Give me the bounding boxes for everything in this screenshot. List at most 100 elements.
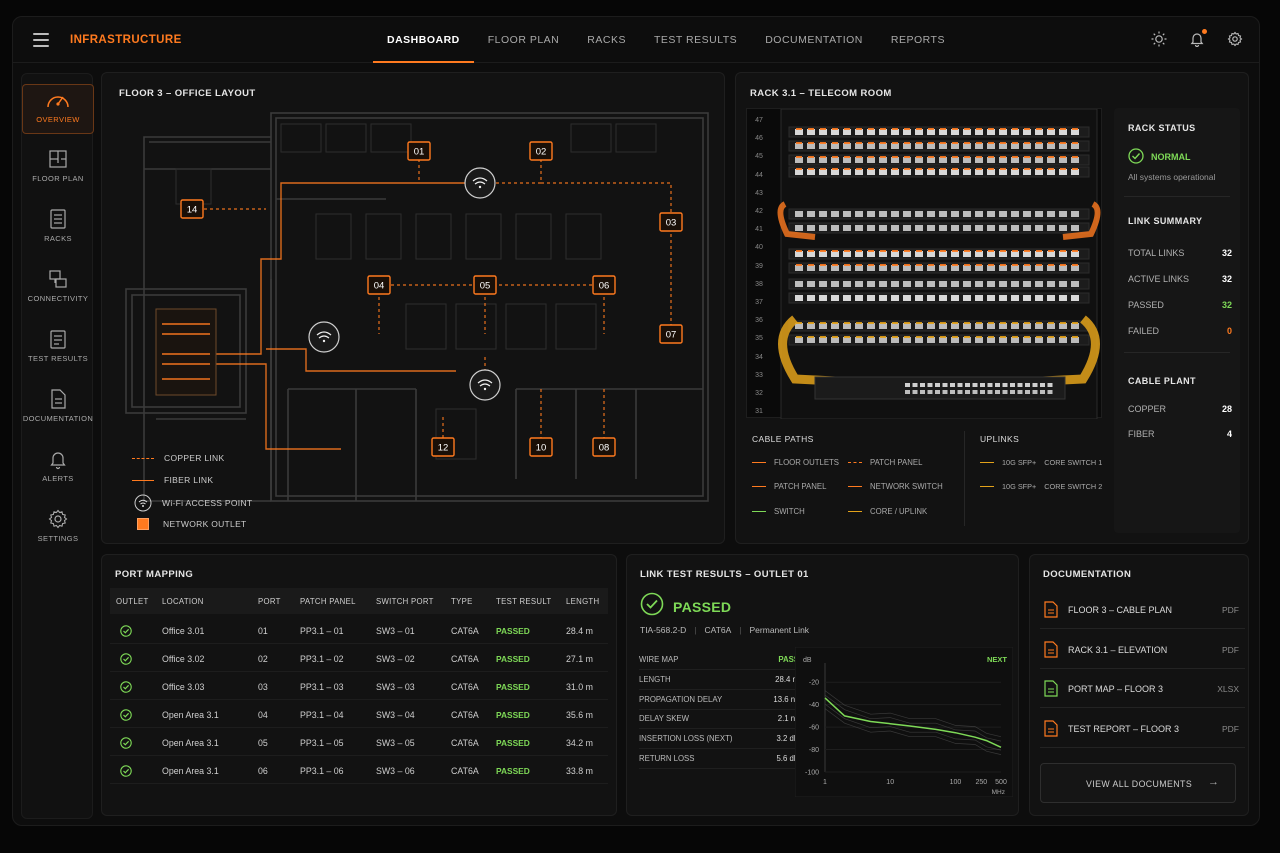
sidebar-item-documentation[interactable]: DOCUMENTATION [22,384,94,434]
wifi-access-point-icon[interactable] [469,369,501,401]
next-chart[interactable]: dB NEXT MHz -20 -40 -60 -80 -100 1 10 100 250 500 [795,647,1013,797]
nav-racks[interactable]: RACKS [573,17,640,63]
x-tick-label: 100 [950,779,962,786]
switch-port [920,383,925,387]
view-all-documents-button[interactable]: VIEW ALL DOCUMENTS → [1040,763,1236,803]
x-tick-label: 500 [995,779,1007,786]
cell-location: Office 3.03 [162,682,205,692]
cell-result: PASSED [496,710,530,720]
nav-reports[interactable]: REPORTS [877,17,959,63]
outlet-label: 14 [187,205,198,216]
pass-check-icon [120,764,132,777]
wifi-access-point-icon[interactable] [464,167,496,199]
document-type: PDF [1222,605,1239,615]
cell-panel: PP3.1 – 03 [300,682,344,692]
alert-bell-icon [50,452,66,470]
outlet-04[interactable]: 04 [367,275,391,295]
sidebar-item-floor-plan[interactable]: FLOOR PLAN [22,144,94,194]
total-links: TOTAL LINKS 32 [1128,248,1232,258]
rack-status-card: RACK STATUS NORMAL All systems operation… [1114,108,1240,533]
document-item[interactable]: FLOOR 3 – CABLE PLAN PDF [1040,591,1245,629]
main-nav: DASHBOARD FLOOR PLAN RACKS TEST RESULTS … [373,17,959,63]
outlet-label: 06 [599,281,610,292]
switch-port [972,383,978,387]
sidebar-label-documentation: DOCUMENTATION [22,414,94,423]
outlet-05[interactable]: 05 [473,275,497,295]
chart-legend-next: NEXT [987,655,1007,664]
col-location: LOCATION [162,597,204,606]
switch-port [980,383,985,387]
col-type: TYPE [451,597,473,606]
path-patch-panel: PATCH PANEL [752,482,826,491]
outlet-07[interactable]: 07 [659,324,683,344]
switch-port [1025,390,1030,394]
cell-location: Open Area 3.1 [162,710,219,720]
floor-plan-map[interactable]: 01 02 03 04 05 06 07 08 10 12 14 [116,109,712,505]
table-row[interactable]: Office 3.03 03 PP3.1 – 03 SW3 – 03 CAT6A PASS… [110,672,608,700]
sidebar-item-settings[interactable]: SETTINGS [22,504,94,554]
cable-paths-title: CABLE PATHS [752,434,814,444]
nav-documentation[interactable]: DOCUMENTATION [751,17,877,63]
clipboard-icon [50,330,66,349]
cell-port: 01 [258,626,268,636]
passed-links: PASSED 32 [1128,300,1232,310]
switch-port [1047,383,1053,387]
sidebar-item-racks[interactable]: RACKS [22,204,94,254]
settings-gear-icon[interactable] [1227,31,1243,47]
patch-panel-row [788,334,1090,346]
link-summary-title: LINK SUMMARY [1128,216,1203,226]
rack-unit-label: 35 [755,335,763,343]
theme-sun-icon[interactable] [1151,31,1167,47]
cell-location: Office 3.01 [162,626,205,636]
chart-xunit: MHz [992,789,1005,796]
switch-port [927,390,933,394]
rack-unit-label: 45 [755,153,763,161]
outlet-12[interactable]: 12 [431,437,455,457]
table-row[interactable]: Open Area 3.1 06 PP3.1 – 06 SW3 – 06 CAT6A PA… [110,756,608,784]
patch-panel-row [788,222,1090,234]
sidebar-item-test-results[interactable]: TEST RESULTS [22,324,94,374]
outlet-03[interactable]: 03 [659,212,683,232]
x-tick-label: 250 [976,779,988,786]
nav-test-results[interactable]: TEST RESULTS [640,17,751,63]
outlet-label: 01 [414,147,425,158]
failed-links: FAILED 0 [1128,326,1232,336]
uplink-core-switch-1: 10G SFP+ CORE SWITCH 1 [980,458,1102,467]
outlet-02[interactable]: 02 [529,141,553,161]
outlet-06[interactable]: 06 [592,275,616,295]
table-row[interactable]: Open Area 3.1 04 PP3.1 – 04 SW3 – 04 CAT6A PA… [110,700,608,728]
table-row[interactable]: Office 3.02 02 PP3.1 – 02 SW3 – 02 CAT6A PASS… [110,644,608,672]
outlet-14[interactable]: 14 [180,199,204,219]
outlet-08[interactable]: 08 [592,437,616,457]
notification-bell-icon[interactable] [1189,29,1207,48]
outlet-01[interactable]: 01 [407,141,431,161]
cell-switch: SW3 – 05 [376,738,415,748]
switch-port [942,390,948,394]
measurement-row: RETURN LOSS 5.6 dB [639,749,799,769]
table-row[interactable]: Office 3.01 01 PP3.1 – 01 SW3 – 01 CAT6A PASS… [110,616,608,644]
rack-status-subtext: All systems operational [1128,172,1216,182]
sidebar-label-overview: OVERVIEW [36,115,80,124]
menu-icon[interactable] [33,33,49,47]
document-item[interactable]: TEST REPORT – FLOOR 3 PDF [1040,710,1245,748]
sidebar-item-overview[interactable]: OVERVIEW [22,84,94,134]
rack-unit-label: 39 [755,262,763,270]
nav-floor-plan[interactable]: FLOOR PLAN [474,17,574,63]
sidebar-item-connectivity[interactable]: CONNECTIVITY [22,264,94,314]
table-row[interactable]: Open Area 3.1 05 PP3.1 – 05 SW3 – 05 CAT6A PA… [110,728,608,756]
rack-elevation-view[interactable]: 47 46 45 44 43 42 41 40 39 38 37 36 35 34 33 32 31 [746,108,1102,419]
outlet-10[interactable]: 10 [529,437,553,457]
nav-dashboard[interactable]: DASHBOARD [373,17,474,63]
sidebar-item-alerts[interactable]: ALERTS [22,444,94,494]
link-test-title: LINK TEST RESULTS – OUTLET 01 [640,569,809,580]
rack-unit-label: 31 [755,408,763,416]
measurement-row: INSERTION LOSS (NEXT) 3.2 dB [639,729,799,750]
document-item[interactable]: PORT MAP – FLOOR 3 XLSX [1040,670,1245,708]
switch-port [995,390,1000,394]
wifi-access-point-icon[interactable] [308,321,340,353]
switch-port [957,390,963,394]
switch-port [1017,390,1023,394]
document-item[interactable]: RACK 3.1 – ELEVATION PDF [1040,631,1245,669]
switch-port [957,383,963,387]
floor-plan-title: FLOOR 3 – OFFICE LAYOUT [119,88,256,99]
